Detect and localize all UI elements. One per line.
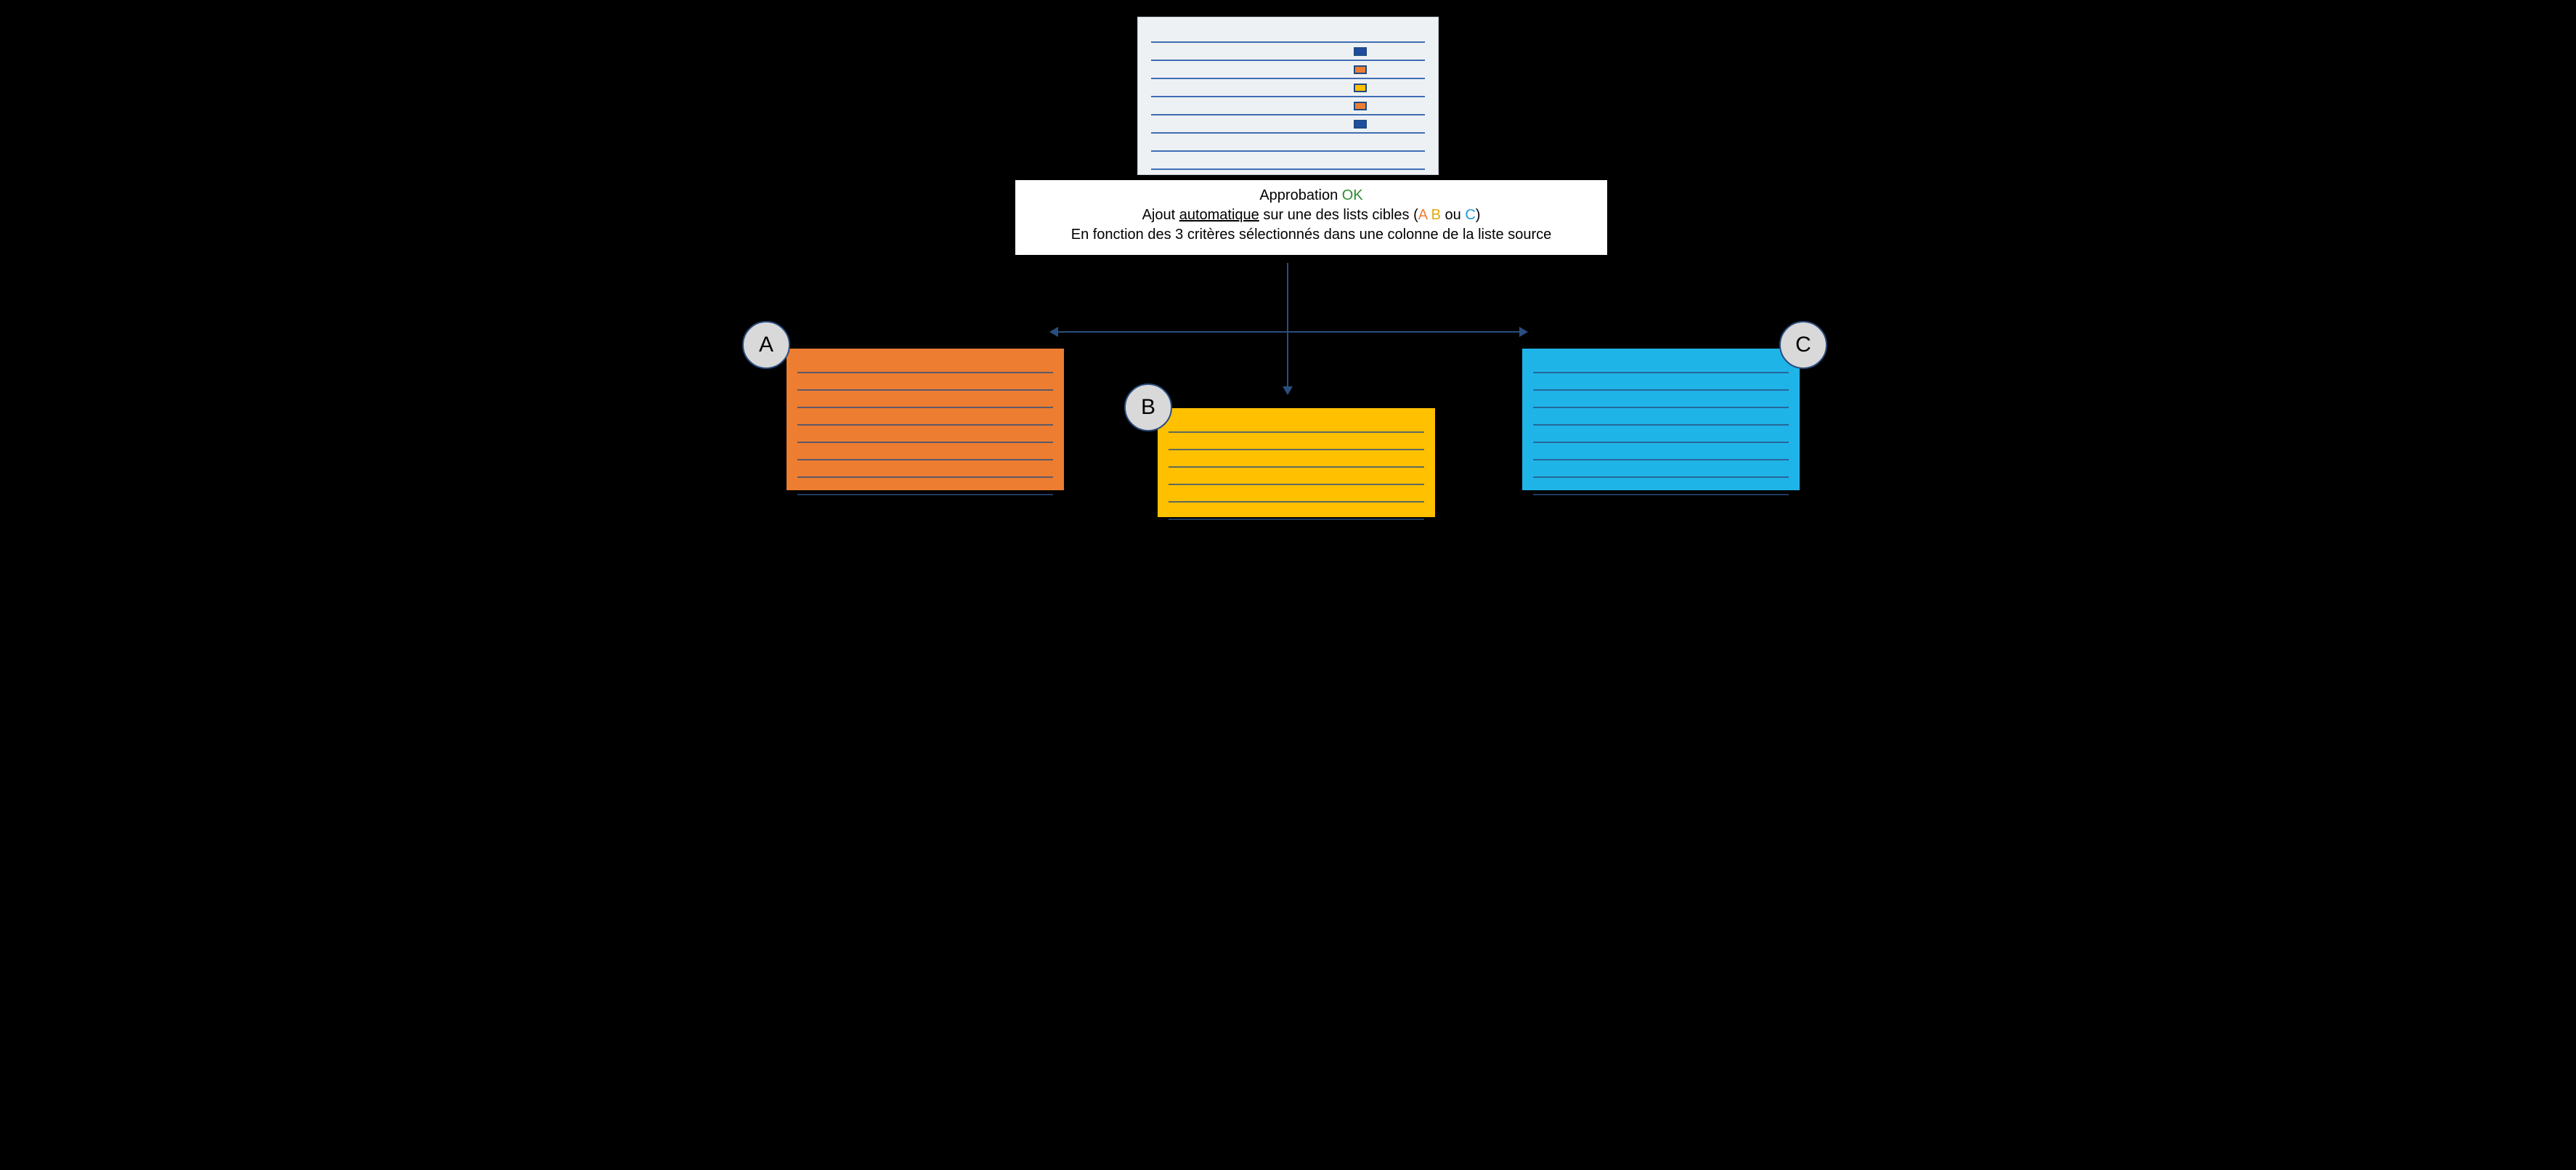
criteria-marker-orange [1354, 65, 1367, 74]
target-row [1533, 447, 1789, 460]
source-row [1151, 46, 1425, 61]
caption-line2-mid: sur une des lists cibles [1259, 207, 1413, 223]
criteria-marker-blue [1354, 120, 1367, 129]
target-row [1533, 412, 1789, 426]
source-list [1137, 17, 1439, 175]
caption-ok: OK [1342, 187, 1363, 203]
target-row [797, 429, 1053, 443]
source-row [1151, 64, 1425, 79]
target-row [1169, 419, 1424, 433]
caption-line-1: Approbation OK [1023, 186, 1600, 206]
badge-a-label: A [759, 333, 773, 357]
source-row [1151, 82, 1425, 97]
badge-b: B [1124, 383, 1172, 431]
target-row [797, 394, 1053, 408]
diagram-canvas: Approbation OK Ajout automatique sur une… [726, 0, 1850, 517]
caption-ou: ou [1441, 207, 1465, 223]
target-list-b [1158, 408, 1435, 517]
target-list-a [787, 349, 1064, 490]
source-row [1151, 137, 1425, 152]
criteria-marker-blue [1354, 47, 1367, 56]
target-row [1169, 506, 1424, 520]
target-row [797, 447, 1053, 460]
caption-line1-prefix: Approbation [1259, 187, 1341, 203]
arrow-down [1287, 263, 1288, 394]
arrow-horizontal [1051, 331, 1527, 333]
target-row [1533, 429, 1789, 443]
criteria-marker-yellow [1354, 84, 1367, 92]
source-row [1151, 100, 1425, 115]
badge-b-label: B [1141, 395, 1155, 420]
caption-line-3: En fonction des 3 critères sélectionnés … [1023, 225, 1600, 245]
caption-paren-open: ( [1413, 207, 1418, 223]
target-row [797, 482, 1053, 495]
caption-line2-pre: Ajout [1142, 207, 1179, 223]
target-row [1533, 464, 1789, 478]
target-row [1169, 454, 1424, 468]
target-row [1533, 394, 1789, 408]
caption-c: C [1465, 207, 1475, 223]
source-row [1151, 118, 1425, 134]
caption-b: B [1431, 207, 1441, 223]
criteria-marker-orange [1354, 102, 1367, 110]
target-row [1169, 471, 1424, 485]
target-row [797, 464, 1053, 478]
badge-c-label: C [1795, 333, 1811, 357]
caption-line2-auto: automatique [1179, 207, 1259, 223]
target-row [1169, 489, 1424, 503]
target-row [797, 377, 1053, 391]
target-row [1533, 482, 1789, 495]
source-row [1151, 28, 1425, 43]
caption-box: Approbation OK Ajout automatique sur une… [1015, 180, 1607, 255]
badge-c: C [1779, 321, 1827, 369]
target-row [797, 359, 1053, 373]
target-row [797, 412, 1053, 426]
caption-a: A [1418, 207, 1427, 223]
target-row [1533, 377, 1789, 391]
target-row [1533, 359, 1789, 373]
badge-a: A [742, 321, 790, 369]
target-list-c [1522, 349, 1800, 490]
source-row [1151, 155, 1425, 170]
target-row [1169, 436, 1424, 450]
caption-paren-close: ) [1476, 207, 1481, 223]
caption-line-2: Ajout automatique sur une des lists cibl… [1023, 206, 1600, 225]
